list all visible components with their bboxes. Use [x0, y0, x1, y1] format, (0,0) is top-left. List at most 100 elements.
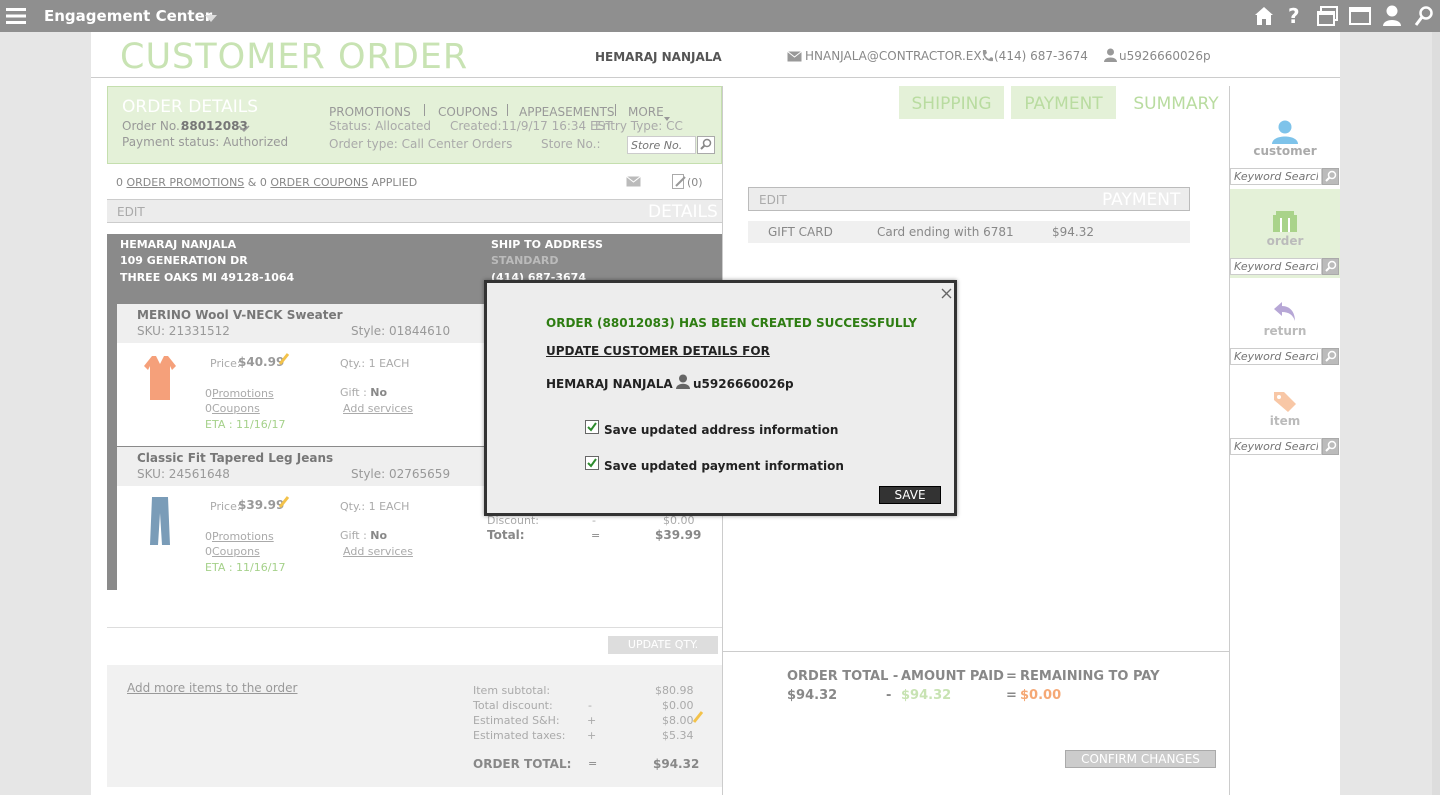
header-email[interactable]: HNANJALA@CONTRACTOR.EX... — [805, 49, 993, 63]
menu-promotions[interactable]: PROMOTIONS — [329, 105, 411, 119]
coupons-count: 0 — [205, 545, 212, 558]
home-icon[interactable] — [1254, 6, 1274, 29]
sidebar-label: return — [1263, 324, 1307, 338]
order-details-title: ORDER DETAILS — [122, 97, 259, 117]
totals-divider — [722, 651, 1229, 652]
edit-price-icon[interactable] — [278, 352, 290, 369]
tab-shipping[interactable]: SHIPPING — [899, 86, 1004, 119]
coupons-link[interactable]: Coupons — [212, 402, 260, 415]
add-services-link[interactable]: Add services — [343, 402, 413, 415]
windows-icon[interactable] — [1317, 6, 1339, 29]
applied-label: APPLIED — [371, 176, 418, 189]
order-status: Status: Allocated — [329, 119, 431, 133]
confirm-changes-button[interactable]: CONFIRM CHANGES — [1065, 750, 1216, 768]
promotions-link[interactable]: Promotions — [212, 387, 274, 400]
user-id-icon — [1104, 48, 1117, 65]
search-icon[interactable] — [1414, 5, 1434, 30]
item-promos: 0Promotions — [205, 387, 274, 400]
item-search-input[interactable] — [1230, 438, 1322, 455]
chevron-down-icon[interactable] — [205, 12, 217, 26]
return-search-input[interactable] — [1230, 348, 1322, 365]
search-icon[interactable] — [1322, 438, 1339, 455]
close-icon[interactable] — [941, 288, 952, 302]
return-icon — [1272, 300, 1298, 325]
dialog-customer-name: HEMARAJ NANJALA — [546, 377, 673, 391]
menu-coupons[interactable]: COUPONS — [438, 105, 498, 119]
order-no-chevron-icon[interactable] — [238, 122, 250, 136]
summary-total-label: ORDER TOTAL: — [473, 757, 572, 771]
sidebar-label: customer — [1253, 144, 1317, 158]
envelope-icon[interactable] — [626, 176, 641, 190]
payment-amount: $94.32 — [1052, 225, 1094, 239]
save-payment-checkbox[interactable] — [585, 456, 599, 470]
item-sku: SKU: 24561648 — [137, 467, 230, 481]
item-qty[interactable]: Qty.: 1 EACH — [340, 500, 409, 513]
summary-row-value: $5.34 — [662, 729, 694, 742]
order-promotions-link[interactable]: ORDER PROMOTIONS — [127, 176, 245, 189]
details-edit[interactable]: EDIT — [117, 205, 145, 219]
page-title: CUSTOMER ORDER — [120, 37, 469, 77]
search-icon[interactable] — [1322, 348, 1339, 365]
promotions-link[interactable]: Promotions — [212, 530, 274, 543]
order-coupons-link[interactable]: ORDER COUPONS — [270, 176, 368, 189]
order-search-input[interactable] — [1230, 258, 1322, 275]
details-bar — [107, 199, 722, 223]
summary-row-op: - — [588, 699, 592, 712]
scrollbar[interactable] — [1432, 32, 1440, 795]
gift-label: Gift : — [340, 386, 367, 399]
user-icon[interactable] — [1382, 5, 1402, 30]
mail-icon — [787, 51, 802, 65]
tab-summary[interactable]: SUMMARY — [1126, 86, 1226, 119]
add-services-link[interactable]: Add services — [343, 545, 413, 558]
menu-icon[interactable] — [6, 7, 26, 25]
coupons-link[interactable]: Coupons — [212, 545, 260, 558]
item-style: Style: 01844610 — [351, 324, 451, 338]
search-icon[interactable] — [1322, 168, 1339, 185]
remaining-label: REMAINING TO PAY — [1020, 669, 1160, 684]
item-sku: SKU: 21331512 — [137, 324, 230, 338]
summary-row-value: $0.00 — [662, 699, 694, 712]
order-type: Order type: Call Center Orders — [329, 137, 513, 151]
window-icon[interactable] — [1349, 6, 1371, 29]
item-qty[interactable]: Qty.: 1 EACH — [340, 357, 409, 370]
notes-icon[interactable] — [672, 174, 686, 192]
save-address-label: Save updated address information — [604, 423, 839, 437]
tab-payment[interactable]: PAYMENT — [1011, 86, 1116, 119]
details-label: DETAILS — [648, 202, 718, 222]
phone-icon — [981, 49, 993, 66]
save-button[interactable]: SAVE — [879, 486, 941, 504]
customer-search-input[interactable] — [1230, 168, 1322, 185]
sidebar-return[interactable]: return — [1230, 290, 1340, 350]
sidebar-item[interactable]: item — [1230, 380, 1340, 440]
menu-appeasements[interactable]: APPEASEMENTS — [519, 105, 615, 119]
edit-sh-icon[interactable] — [692, 710, 704, 727]
store-no-input[interactable] — [627, 136, 696, 154]
add-more-items-link[interactable]: Add more items to the order — [127, 681, 298, 695]
menu-more[interactable]: MORE — [628, 105, 664, 119]
jeans-image[interactable] — [140, 495, 180, 547]
store-no-label: Store No.: — [541, 137, 601, 151]
help-icon[interactable]: ? — [1288, 4, 1300, 28]
search-icon[interactable] — [1322, 258, 1339, 275]
gift-value: No — [370, 386, 388, 399]
coupon-count: 0 — [259, 176, 267, 189]
customer-icon — [1272, 120, 1298, 147]
edit-price-icon[interactable] — [278, 495, 290, 512]
payment-status: Payment status: Authorized — [122, 135, 289, 149]
update-qty-button[interactable]: UPDATE QTY. — [608, 636, 718, 654]
item-coupons: 0Coupons — [205, 545, 260, 558]
item-style: Style: 02765659 — [351, 467, 451, 481]
item-total: $39.99 — [655, 528, 702, 542]
promos-count: 0 — [205, 530, 212, 543]
amount-paid-label: AMOUNT PAID — [901, 669, 1004, 684]
update-customer-dialog: ORDER (88012083) HAS BEEN CREATED SUCCES… — [484, 280, 957, 516]
order-no-label: Order No.: — [122, 119, 184, 133]
gift-value: No — [370, 529, 388, 542]
store-search-icon[interactable] — [697, 136, 715, 154]
sweater-image[interactable] — [140, 352, 180, 404]
summary-row-op: + — [587, 714, 597, 727]
item-total-label: Total: — [487, 528, 525, 542]
save-address-checkbox[interactable] — [585, 420, 599, 434]
payment-edit[interactable]: EDIT — [759, 193, 787, 207]
promos-count: 0 — [205, 387, 212, 400]
